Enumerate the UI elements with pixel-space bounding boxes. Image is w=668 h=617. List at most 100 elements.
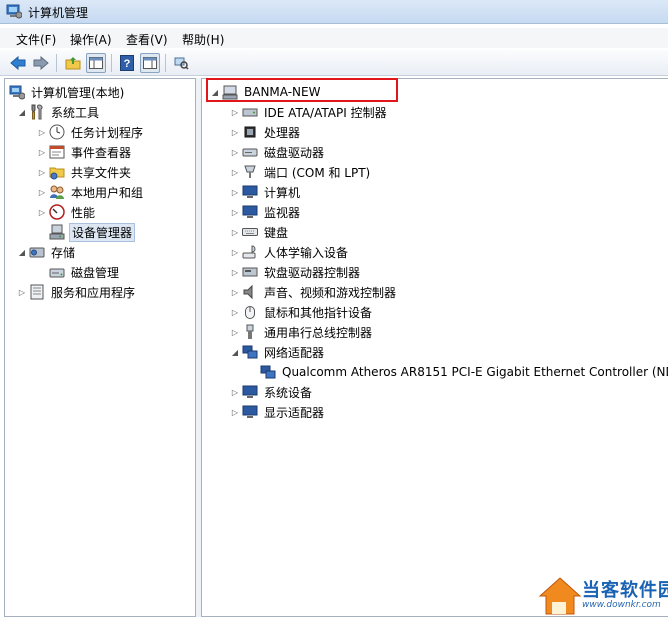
device-category-hid[interactable]: ▷ 人体学输入设备 [230,243,350,261]
clock-icon [49,124,65,140]
collapse-arrow-icon[interactable]: ◢ [230,347,240,357]
collapse-arrow-icon[interactable]: ◢ [210,87,220,97]
speaker-icon [242,284,258,300]
tree-node-task-scheduler[interactable]: ▷ 任务计划程序 [37,123,145,141]
help-icon[interactable]: ? [117,53,137,73]
menu-view[interactable]: 查看(V) [124,30,170,49]
expand-arrow-icon[interactable]: ▷ [230,407,240,417]
expand-arrow-icon[interactable]: ▷ [37,167,47,177]
expand-arrow-icon[interactable]: ▷ [17,287,27,297]
expand-arrow-icon[interactable]: ▷ [230,287,240,297]
device-category-keyboards[interactable]: ▷ 键盘 [230,223,290,241]
device-category-computer[interactable]: ▷ 计算机 [230,183,302,201]
device-category-monitors[interactable]: ▷ 监视器 [230,203,302,221]
tree-label: 计算机管理(本地) [31,85,125,100]
tree-node-local-users[interactable]: ▷ 本地用户和组 [37,183,145,201]
expand-arrow-icon[interactable]: ▷ [37,147,47,157]
network-device-item[interactable]: Qualcomm Atheros AR8151 PCI-E Gigabit Et… [260,363,668,381]
device-category-label: IDE ATA/ATAPI 控制器 [264,105,387,120]
device-category-label: 计算机 [264,185,301,200]
menu-file[interactable]: 文件(F) [14,30,58,49]
expand-arrow-icon[interactable]: ▷ [230,167,240,177]
shared-folder-icon [49,164,65,180]
scan-hardware-icon[interactable] [171,53,191,73]
watermark-logo: 当客软件园 www.downkr.com [536,574,668,617]
device-category-system-devices[interactable]: ▷ 系统设备 [230,383,314,401]
tree-node-performance[interactable]: ▷ 性能 [37,203,97,221]
port-icon [242,164,258,180]
device-category-ide[interactable]: ▷ IDE ATA/ATAPI 控制器 [230,103,389,121]
performance-icon [49,204,65,220]
tree-node-storage[interactable]: ◢ 存储 [17,243,77,261]
device-category-network[interactable]: ◢ 网络适配器 [230,343,326,361]
device-tree: ◢ BANMA-NEW ▷ IDE ATA/ATAPI 控制器 ▷ 处理器 ▷ … [201,78,668,617]
expand-arrow-icon[interactable]: ▷ [230,187,240,197]
device-category-label: 系统设备 [264,385,313,400]
tree-node-disk-management[interactable]: 磁盘管理 [49,263,121,281]
expand-arrow-icon[interactable]: ▷ [230,307,240,317]
tree-label: 设备管理器 [69,222,136,242]
navigation-tree: 计算机管理(本地) ◢ 系统工具 ▷ 任务计划程序 ▷ 事件查看器 ▷ 共享文件… [4,78,196,617]
show-hide-tree-icon[interactable] [86,53,106,73]
menu-action[interactable]: 操作(A) [68,30,114,49]
toolbar: ? [0,50,668,76]
device-category-floppy-controller[interactable]: ▷ 软盘驱动器控制器 [230,263,362,281]
device-category-label: 鼠标和其他指针设备 [264,305,373,320]
device-tree-root[interactable]: ◢ BANMA-NEW [210,83,322,101]
device-category-label: 键盘 [264,225,289,240]
up-folder-icon[interactable] [63,53,83,73]
device-category-processor[interactable]: ▷ 处理器 [230,123,302,141]
expand-arrow-icon[interactable]: ▷ [230,207,240,217]
collapse-arrow-icon[interactable]: ◢ [17,107,27,117]
tree-node-services-apps[interactable]: ▷ 服务和应用程序 [17,283,137,301]
expand-arrow-icon[interactable]: ▷ [230,327,240,337]
services-icon [29,284,45,300]
tree-node-device-manager[interactable]: 设备管理器 [49,222,136,242]
tree-node-shared-folders[interactable]: ▷ 共享文件夹 [37,163,133,181]
tree-label: 存储 [51,245,76,260]
expand-arrow-icon[interactable]: ▷ [230,387,240,397]
action-pane-icon[interactable] [140,53,160,73]
network-adapter-icon [242,344,258,360]
device-category-mice[interactable]: ▷ 鼠标和其他指针设备 [230,303,374,321]
device-category-ports[interactable]: ▷ 端口 (COM 和 LPT) [230,163,372,181]
device-category-display[interactable]: ▷ 显示适配器 [230,403,326,421]
forward-arrow-icon[interactable] [31,53,51,73]
expand-arrow-icon[interactable]: ▷ [37,187,47,197]
tree-node-system-tools[interactable]: ◢ 系统工具 [17,103,101,121]
expand-arrow-icon[interactable]: ▷ [230,147,240,157]
display-adapter-icon [242,404,258,420]
menu-help[interactable]: 帮助(H) [180,30,226,49]
device-category-sound[interactable]: ▷ 声音、视频和游戏控制器 [230,283,398,301]
tree-label: 服务和应用程序 [51,285,136,300]
device-category-disk-drives[interactable]: ▷ 磁盘驱动器 [230,143,326,161]
expand-arrow-icon[interactable]: ▷ [37,207,47,217]
tree-node-computer-management[interactable]: 计算机管理(本地) [9,83,126,101]
expand-arrow-icon[interactable]: ▷ [230,227,240,237]
expand-arrow-icon[interactable]: ▷ [37,127,47,137]
watermark-text: 当客软件园 [582,580,668,601]
monitor-icon [242,204,258,220]
expand-arrow-icon[interactable]: ▷ [230,247,240,257]
hid-icon [242,244,258,260]
tree-node-event-viewer[interactable]: ▷ 事件查看器 [37,143,133,161]
watermark-house-icon [538,577,582,615]
expand-arrow-icon[interactable]: ▷ [230,267,240,277]
expand-arrow-icon[interactable]: ▷ [230,127,240,137]
ide-controller-icon [242,104,258,120]
expand-arrow-icon[interactable]: ▷ [230,107,240,117]
svg-text:?: ? [124,58,131,70]
event-viewer-icon [49,144,65,160]
tree-label: 性能 [71,205,96,220]
tree-label: 系统工具 [51,105,100,120]
device-category-label: 处理器 [264,125,301,140]
tree-label: 任务计划程序 [71,125,144,140]
device-category-label: 端口 (COM 和 LPT) [264,165,371,180]
back-arrow-icon[interactable] [8,53,28,73]
computer-icon [222,84,238,100]
watermark-url: www.downkr.com [582,600,661,610]
device-category-label: 软盘驱动器控制器 [264,265,361,280]
collapse-arrow-icon[interactable]: ◢ [17,247,27,257]
tree-label: 磁盘管理 [71,265,120,280]
device-category-usb[interactable]: ▷ 通用串行总线控制器 [230,323,374,341]
